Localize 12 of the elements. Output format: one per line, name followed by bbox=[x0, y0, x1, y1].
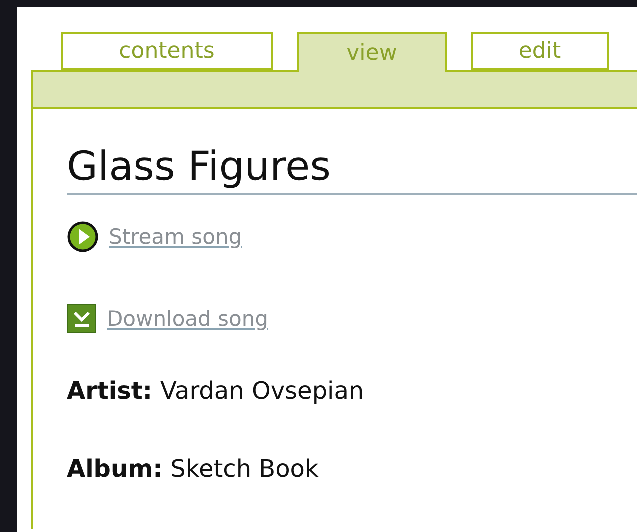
download-link[interactable]: Download song bbox=[107, 307, 268, 331]
tab[interactable]: contents bbox=[61, 32, 273, 70]
download-icon bbox=[67, 304, 97, 334]
field-label: Artist: bbox=[67, 377, 152, 405]
field-value: Vardan Ovsepian bbox=[160, 377, 364, 405]
play-icon bbox=[67, 221, 99, 253]
stream-link[interactable]: Stream song bbox=[109, 225, 242, 249]
tab[interactable]: edit bbox=[471, 32, 609, 70]
field-label: Album: bbox=[67, 455, 163, 483]
tab[interactable]: view bbox=[297, 32, 447, 72]
field-value: Sketch Book bbox=[170, 455, 319, 483]
page-title: Glass Figures bbox=[67, 145, 637, 195]
